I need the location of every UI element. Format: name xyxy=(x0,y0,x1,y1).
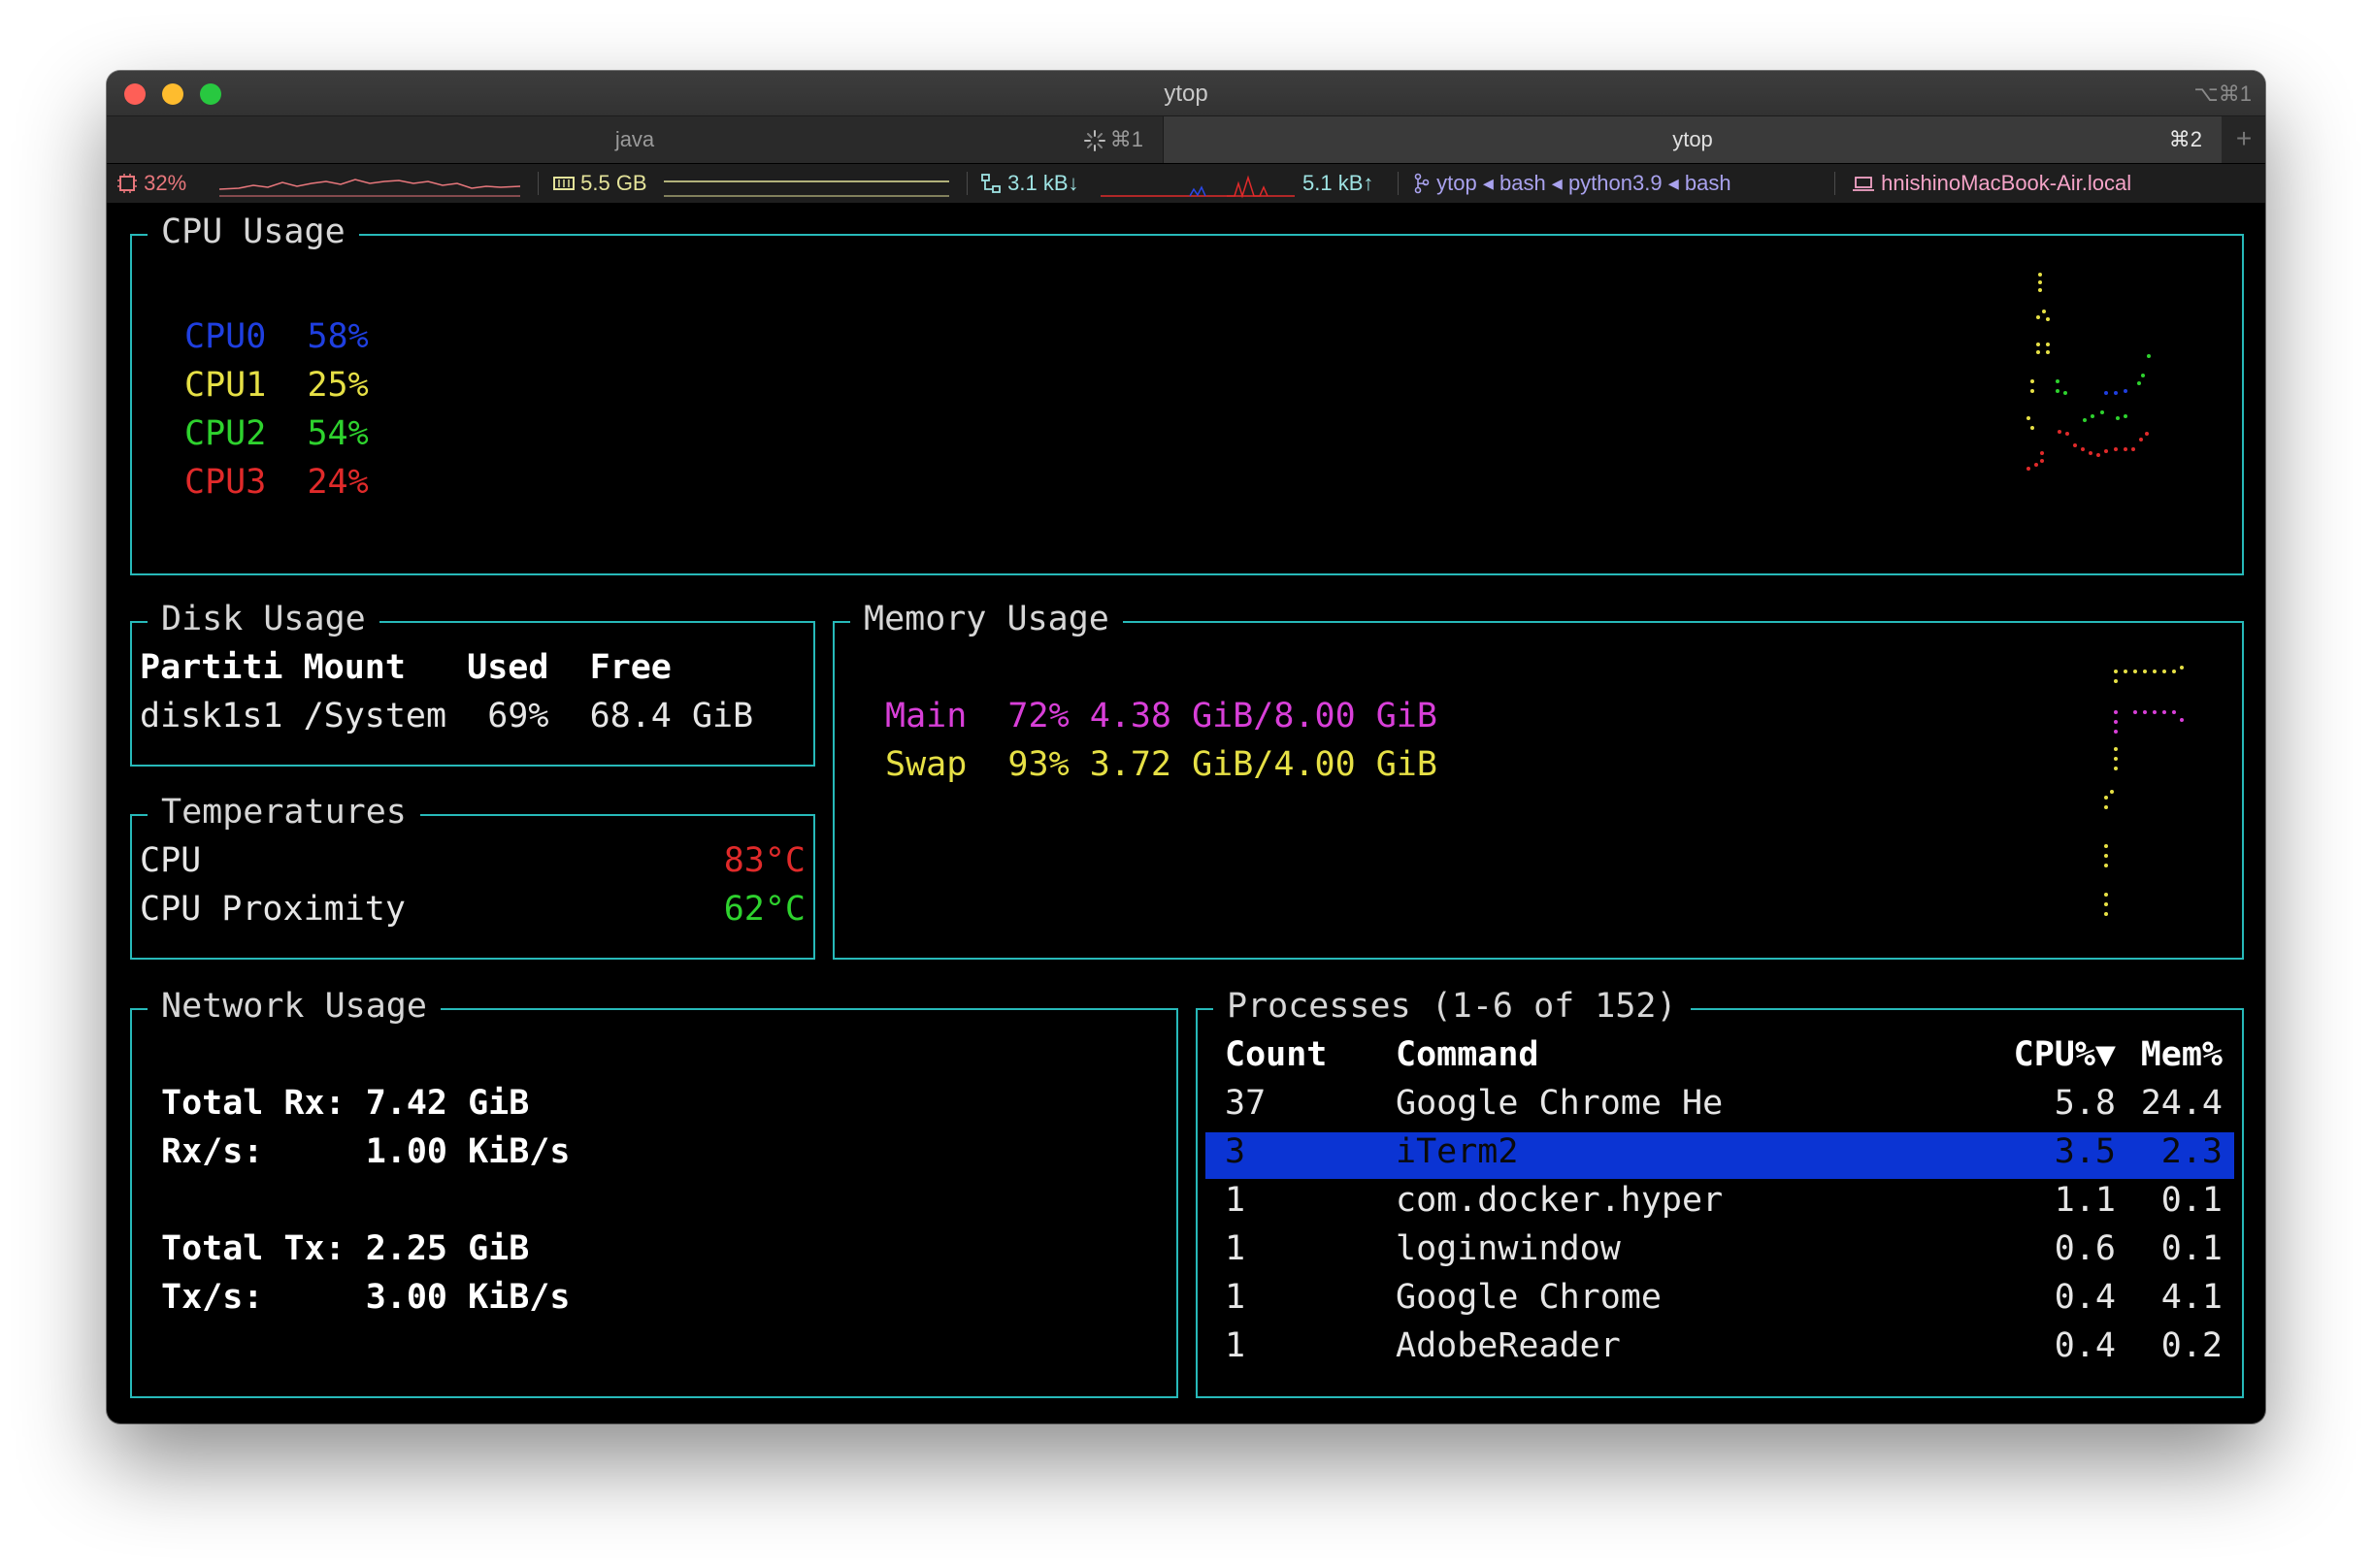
process-mem: 4.1 xyxy=(2160,1278,2223,1317)
temperatures-pane: Temperatures CPU 83°C CPU Proximity 62°C xyxy=(130,793,815,960)
host-value: hnishinoMacBook-Air.local xyxy=(1881,171,2132,195)
window-title: ytop xyxy=(1164,81,1208,107)
title-bar[interactable]: ytop ⌥⌘1 xyxy=(107,71,2265,116)
process-count: 3 xyxy=(1225,1132,1246,1171)
memory-braille-graph xyxy=(2104,666,2184,916)
process-cpu: 5.8 xyxy=(2054,1084,2116,1123)
memory-sparkline xyxy=(664,180,949,197)
cpu-chip-icon xyxy=(117,174,137,193)
cpu-braille-graph xyxy=(2026,273,2151,471)
temp-label: CPU xyxy=(140,841,202,880)
process-count: 1 xyxy=(1225,1278,1246,1317)
process-mem: 0.1 xyxy=(2160,1181,2223,1220)
cpu-core-name: CPU1 xyxy=(184,366,267,405)
jobs-value: ytop ◂ bash ◂ python3.9 ◂ bash xyxy=(1436,171,1731,195)
spinner-icon xyxy=(1084,130,1105,151)
cpu-core-value: 24% xyxy=(307,463,369,502)
net-rx-rate: Rx/s: 1.00 KiB/s xyxy=(161,1132,571,1171)
cpu-percent: 32% xyxy=(144,171,187,195)
branch-icon xyxy=(1414,173,1430,194)
memory-main-row: Main 72% 4.38 GiB/8.00 GiB xyxy=(885,697,1437,735)
process-cpu: 0.6 xyxy=(2054,1229,2116,1268)
process-mem: 0.1 xyxy=(2160,1229,2223,1268)
net-down-value: 3.1 kB↓ xyxy=(1007,171,1079,195)
memory-value: 5.5 GB xyxy=(580,171,647,195)
window-shortcut: ⌥⌘1 xyxy=(2193,82,2252,106)
temp-pane-title: Temperatures xyxy=(148,793,420,832)
process-cpu: 0.4 xyxy=(2054,1326,2116,1365)
process-cpu: 1.1 xyxy=(2054,1181,2116,1220)
status-jobs: ytop ◂ bash ◂ python3.9 ◂ bash xyxy=(1413,164,1731,203)
processes-pane-title: Processes (1-6 of 152) xyxy=(1213,987,1691,1026)
cpu-core-value: 54% xyxy=(307,414,369,453)
net-tx-rate: Tx/s: 3.00 KiB/s xyxy=(161,1278,571,1317)
tab-bar: java ⌘1 ytop ⌘2 + xyxy=(107,116,2265,163)
status-host: hnishinoMacBook-Air.local xyxy=(1852,164,2131,203)
cpu-pane-title: CPU Usage xyxy=(148,212,359,251)
tab-ytop[interactable]: ytop ⌘2 xyxy=(1164,116,2222,163)
net-total-tx: Total Tx: 2.25 GiB xyxy=(161,1229,530,1268)
memory-pane-title: Memory Usage xyxy=(850,600,1123,638)
disk-row: disk1s1 /System 69% 68.4 GiB xyxy=(140,697,754,735)
cpu-core-name: CPU3 xyxy=(184,463,267,502)
temp-value: 83°C xyxy=(723,841,806,880)
tab-label: ytop xyxy=(1672,127,1713,151)
temp-value: 62°C xyxy=(723,890,806,929)
status-cpu: 32% xyxy=(116,164,186,203)
status-net-up: 5.1 kB↑ xyxy=(1302,171,1374,195)
process-count: 1 xyxy=(1225,1229,1246,1268)
cpu-sparkline xyxy=(219,179,520,197)
laptop-icon xyxy=(1853,177,1874,191)
disk-usage-pane: Disk Usage Partiti Mount Used Free disk1… xyxy=(130,600,815,767)
network-pane-title: Network Usage xyxy=(148,987,441,1026)
col-header-mem[interactable]: Mem% xyxy=(2141,1035,2223,1074)
cpu-core-row: CPU0 58% xyxy=(184,317,369,356)
network-usage-pane: Network Usage Total Rx: 7.42 GiB Rx/s: 1… xyxy=(130,987,1178,1398)
cpu-core-value: 25% xyxy=(307,366,369,405)
temp-label: CPU Proximity xyxy=(140,890,406,929)
status-bar: 32% 5.5 GB 3.1 kB↓ 5.1 kB↑ ytop ◂ bash ◂… xyxy=(107,164,2265,203)
process-command: Google Chrome xyxy=(1396,1278,1662,1317)
col-header-count[interactable]: Count xyxy=(1225,1035,1327,1074)
cpu-usage-pane: CPU Usage CPU0 58% CPU1 25% CPU2 54% CPU… xyxy=(130,212,2244,575)
tab-java[interactable]: java ⌘1 xyxy=(107,116,1164,163)
process-command: AdobeReader xyxy=(1396,1326,1621,1365)
cpu-core-name: CPU2 xyxy=(184,414,267,453)
process-count: 1 xyxy=(1225,1326,1246,1365)
disk-table-header: Partiti Mount Used Free xyxy=(140,648,672,687)
process-mem: 2.3 xyxy=(2160,1132,2223,1171)
terminal-window: ytop ⌥⌘1 java ⌘1 ytop ⌘2 + 32% 5.5 GB 3.… xyxy=(107,71,2265,1423)
disk-pane-title: Disk Usage xyxy=(148,600,379,638)
process-command: Google Chrome He xyxy=(1396,1084,1724,1123)
processes-pane: Processes (1-6 of 152) Count Command CPU… xyxy=(1196,987,2244,1398)
net-total-rx: Total Rx: 7.42 GiB xyxy=(161,1084,530,1123)
process-command: iTerm2 xyxy=(1396,1132,1519,1171)
col-header-cpu[interactable]: CPU%▼ xyxy=(2014,1035,2116,1074)
network-icon xyxy=(981,174,1001,193)
status-net-down: 3.1 kB↓ xyxy=(980,164,1079,203)
cpu-core-name: CPU0 xyxy=(184,317,267,356)
tab-shortcut: ⌘1 xyxy=(1109,127,1143,151)
cpu-core-row: CPU3 24% xyxy=(184,463,369,502)
status-memory: 5.5 GB xyxy=(553,164,647,203)
memory-usage-pane: Memory Usage Main 72% 4.38 GiB/8.00 GiB … xyxy=(833,600,2244,960)
process-mem: 0.2 xyxy=(2160,1326,2223,1365)
process-command: com.docker.hyper xyxy=(1396,1181,1724,1220)
memory-swap-row: Swap 93% 3.72 GiB/4.00 GiB xyxy=(885,745,1437,784)
cpu-core-row: CPU1 25% xyxy=(184,366,369,405)
cpu-core-row: CPU2 54% xyxy=(184,414,369,453)
process-cpu: 0.4 xyxy=(2054,1278,2116,1317)
process-cpu: 3.5 xyxy=(2054,1132,2116,1171)
process-count: 37 xyxy=(1225,1084,1267,1123)
process-mem: 24.4 xyxy=(2140,1084,2223,1123)
cpu-core-value: 58% xyxy=(307,317,369,356)
process-command: loginwindow xyxy=(1396,1229,1621,1268)
tab-shortcut: ⌘2 xyxy=(2168,127,2202,151)
col-header-command[interactable]: Command xyxy=(1396,1035,1539,1074)
network-sparkline xyxy=(1101,175,1295,199)
memory-icon xyxy=(553,177,575,190)
tab-label: java xyxy=(614,127,655,151)
process-count: 1 xyxy=(1225,1181,1246,1220)
new-tab-button[interactable]: + xyxy=(2223,116,2265,163)
